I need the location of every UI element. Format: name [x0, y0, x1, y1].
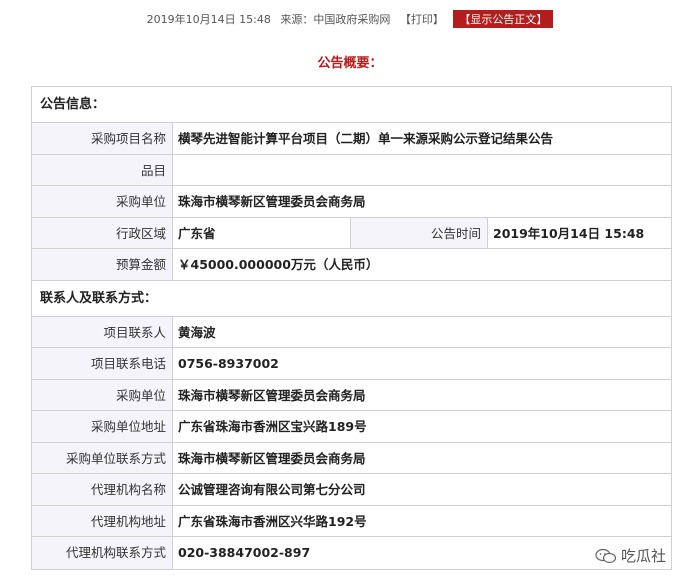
- project-name-value: 横琴先进智能计算平台项目（二期）单一来源采购公示登记结果公告: [178, 131, 554, 146]
- project-name-label: 采购项目名称: [32, 123, 173, 154]
- contact-label: 代理机构名称: [32, 474, 173, 505]
- table-row: 代理机构联系方式 020-38847002-897: [32, 537, 671, 569]
- table-row: 采购项目名称 横琴先进智能计算平台项目（二期）单一来源采购公示登记结果公告: [32, 123, 671, 155]
- region-label: 行政区域: [32, 217, 173, 248]
- contact-label: 采购单位联系方式: [32, 442, 173, 473]
- item-label: 品目: [32, 154, 173, 185]
- contact-value: 0756-8937002: [178, 356, 279, 371]
- publish-time-value: 2019年10月14日 15:48: [493, 225, 645, 241]
- watermark-text: 吃瓜社: [621, 547, 667, 565]
- contact-value: 广东省珠海市香洲区兴华路192号: [178, 513, 367, 529]
- contact-label: 项目联系人: [32, 316, 173, 347]
- print-link[interactable]: 【打印】: [400, 13, 444, 26]
- table-row: 采购单位 珠海市横琴新区管理委员会商务局: [32, 186, 671, 218]
- source-text: 来源：中国政府采购网: [280, 13, 391, 26]
- contact-label: 采购单位地址: [32, 411, 173, 442]
- contact-label: 代理机构联系方式: [32, 537, 173, 569]
- table-row: 品目: [32, 154, 671, 186]
- notice-summary-table: 公告信息： 采购项目名称 横琴先进智能计算平台项目（二期）单一来源采购公示登记结…: [31, 86, 672, 570]
- contact-label: 采购单位: [32, 379, 173, 410]
- announcement-section-title: 公告信息：: [32, 87, 671, 123]
- budget-value: ￥45000.000000万元（人民币）: [178, 257, 379, 272]
- publish-datetime: 2019年10月14日 15:48: [146, 13, 271, 26]
- contact-label: 项目联系电话: [32, 348, 173, 379]
- show-notice-button[interactable]: 【显示公告正文】: [453, 10, 554, 28]
- region-value: 广东省: [173, 217, 351, 248]
- publish-time-label: 公告时间: [351, 217, 488, 248]
- contact-value: 广东省珠海市香洲区宝兴路189号: [178, 419, 367, 434]
- watermark: 吃瓜社: [595, 545, 666, 566]
- table-row: 预算金额 ￥45000.000000万元（人民币）: [32, 249, 671, 281]
- buyer-label: 采购单位: [32, 186, 173, 217]
- buyer-value: 珠海市横琴新区管理委员会商务局: [178, 194, 366, 209]
- table-row: 采购单位地址 广东省珠海市香洲区宝兴路189号: [32, 411, 671, 443]
- table-row: 行政区域 广东省 公告时间 2019年10月14日 15:48: [32, 217, 671, 249]
- table-row: 代理机构地址 广东省珠海市香洲区兴华路192号: [32, 505, 671, 537]
- budget-label: 预算金额: [32, 249, 173, 280]
- table-row: 项目联系人 黄海波: [32, 316, 671, 348]
- contact-value: 公诚管理咨询有限公司第七分公司: [178, 482, 366, 497]
- wechat-icon: [595, 548, 617, 564]
- table-row: 采购单位联系方式 珠海市横琴新区管理委员会商务局: [32, 442, 671, 474]
- summary-title: 公告概要：: [317, 56, 383, 71]
- table-row: 采购单位 珠海市横琴新区管理委员会商务局: [32, 379, 671, 411]
- item-value: [173, 155, 671, 186]
- contact-label: 代理机构地址: [32, 505, 173, 536]
- contact-value: 珠海市横琴新区管理委员会商务局: [178, 387, 366, 403]
- contact-value: 珠海市横琴新区管理委员会商务局: [178, 450, 366, 466]
- table-row: 项目联系电话 0756-8937002: [32, 348, 671, 380]
- contacts-section-title: 联系人及联系方式：: [32, 280, 671, 317]
- notice-meta-line: 2019年10月14日 15:48 来源：中国政府采购网 【打印】 【显示公告正…: [0, 10, 700, 28]
- table-row: 代理机构名称 公诚管理咨询有限公司第七分公司: [32, 474, 671, 506]
- contact-value: 黄海波: [178, 324, 216, 340]
